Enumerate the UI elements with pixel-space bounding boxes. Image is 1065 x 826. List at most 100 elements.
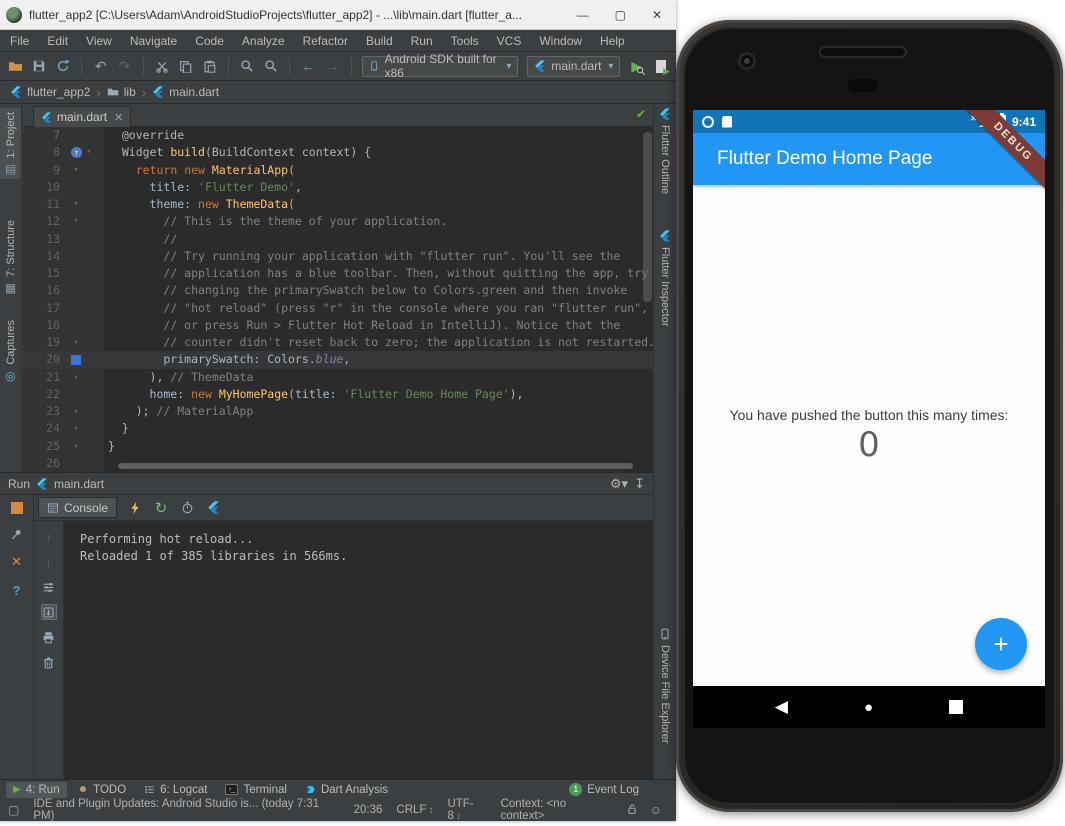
nav-home-button[interactable]: ● <box>864 699 873 716</box>
close-button[interactable]: ✕ <box>652 8 662 22</box>
code-line-9[interactable]: 9▾ return new MaterialApp( <box>23 162 653 179</box>
device-selector[interactable]: Android SDK built for x86 <box>362 56 518 77</box>
caret-position[interactable]: 20:36 <box>354 804 383 816</box>
hot-reload-icon[interactable] <box>127 500 143 516</box>
run-config-selector[interactable]: main.dart <box>527 56 620 77</box>
fold-marker-icon[interactable]: ▴ <box>71 403 81 420</box>
code-line-19[interactable]: 19▴ // counter didn't reset back to zero… <box>23 334 653 351</box>
code-line-8[interactable]: 8↑▾ Widget build(BuildContext context) { <box>23 144 653 161</box>
code-line-11[interactable]: 11▾ theme: new ThemeData( <box>23 196 653 213</box>
color-swatch-icon[interactable] <box>71 355 81 365</box>
encoding-selector[interactable]: UTF-8 <box>447 798 486 822</box>
breadcrumb-lib[interactable]: lib <box>107 85 136 99</box>
status-message[interactable]: IDE and Plugin Updates: Android Studio i… <box>33 798 339 822</box>
run-with-coverage-icon[interactable]: ▶ <box>629 58 644 75</box>
toolwindow-tab-dart-analysis[interactable]: Dart Analysis <box>298 782 395 798</box>
tab-close-icon[interactable]: ✕ <box>114 111 123 124</box>
fold-marker-icon[interactable]: ▾ <box>71 162 81 179</box>
forward-icon[interactable]: → <box>325 58 340 75</box>
code-line-24[interactable]: 24▴ } <box>23 420 653 437</box>
menu-run[interactable]: Run <box>411 34 433 48</box>
code-line-10[interactable]: 10 title: 'Flutter Demo', <box>23 179 653 196</box>
fold-marker-icon[interactable]: ▴ <box>71 420 81 437</box>
menu-refactor[interactable]: Refactor <box>303 34 348 48</box>
clear-all-icon[interactable] <box>41 654 57 670</box>
minimize-button[interactable]: — <box>577 8 589 22</box>
cut-icon[interactable] <box>155 58 170 75</box>
toolwindow-tab-run[interactable]: ▶ 4: Run <box>6 782 67 798</box>
code-line-20[interactable]: 20 primarySwatch: Colors.blue, <box>23 351 653 368</box>
menu-view[interactable]: View <box>86 34 112 48</box>
sidebar-item-flutter-outline[interactable]: Flutter Outline <box>654 108 676 194</box>
code-line-13[interactable]: 13 // <box>23 231 653 248</box>
attach-debugger-icon[interactable]: ▶ <box>653 58 668 75</box>
code-line-7[interactable]: 7 @override <box>23 127 653 144</box>
sidebar-item-project[interactable]: 1: Project ▤ <box>0 108 21 179</box>
close-process-icon[interactable]: ✕ <box>9 554 25 570</box>
context-indicator[interactable]: Context: <no context> <box>501 798 612 822</box>
menu-file[interactable]: File <box>10 34 29 48</box>
event-log-button[interactable]: 1 Event Log <box>562 781 646 798</box>
toolwindow-tab-logcat[interactable]: 6: Logcat <box>137 782 214 798</box>
hide-panel-icon[interactable]: ↧ <box>634 476 645 492</box>
back-icon[interactable]: ← <box>301 58 316 75</box>
nav-recents-button[interactable] <box>949 700 963 714</box>
line-ending-selector[interactable]: CRLF <box>396 804 433 816</box>
redo-icon[interactable]: ↷ <box>117 58 132 75</box>
code-line-22[interactable]: 22 home: new MyHomePage(title: 'Flutter … <box>23 386 653 403</box>
fold-marker-icon[interactable]: ▾ <box>71 196 81 213</box>
tab-console[interactable]: Console <box>38 497 117 518</box>
code-line-18[interactable]: 18 // or press Run > Flutter Hot Reload … <box>23 317 653 334</box>
hot-restart-icon[interactable]: ↻ <box>153 500 169 516</box>
save-all-icon[interactable] <box>32 58 47 75</box>
find-icon[interactable] <box>240 58 255 75</box>
menu-edit[interactable]: Edit <box>47 34 68 48</box>
editor-vertical-scrollbar[interactable] <box>643 132 652 302</box>
sidebar-item-structure[interactable]: 7: Structure ▦ <box>0 220 21 294</box>
inspection-status-icon[interactable]: ✔ <box>636 107 646 121</box>
code-line-17[interactable]: 17 // "hot reload" (press "r" in the con… <box>23 300 653 317</box>
flutter-tools-icon[interactable] <box>205 500 221 516</box>
settings-gear-icon[interactable]: ⚙▾ <box>610 476 628 492</box>
code-line-15[interactable]: 15 // application has a blue toolbar. Th… <box>23 265 653 282</box>
open-file-icon[interactable] <box>8 58 23 75</box>
scroll-up-icon[interactable]: ↑ <box>41 529 57 545</box>
code-line-14[interactable]: 14 // Try running your application with … <box>23 248 653 265</box>
hector-inspection-icon[interactable]: ☺ <box>650 803 662 817</box>
menu-window[interactable]: Window <box>539 34 582 48</box>
toolwindow-toggle-icon[interactable]: ▢ <box>8 803 19 817</box>
code-line-21[interactable]: 21▴ ), // ThemeData <box>23 369 653 386</box>
help-icon[interactable]: ? <box>9 582 25 598</box>
sidebar-item-flutter-inspector[interactable]: Flutter Inspector <box>654 230 676 326</box>
maximize-button[interactable]: ▢ <box>615 8 626 22</box>
editor-horizontal-scrollbar[interactable] <box>118 463 633 469</box>
menu-vcs[interactable]: VCS <box>497 34 522 48</box>
sidebar-item-device-file-explorer[interactable]: Device File Explorer <box>654 628 676 743</box>
pin-icon[interactable] <box>9 526 25 542</box>
fab-increment-button[interactable]: + <box>975 618 1027 670</box>
undo-icon[interactable]: ↶ <box>93 58 108 75</box>
stop-icon[interactable] <box>11 502 23 514</box>
console-settings-icon[interactable] <box>41 579 57 595</box>
menu-help[interactable]: Help <box>600 34 625 48</box>
fold-marker-icon[interactable]: ▾ <box>71 213 81 230</box>
code-line-16[interactable]: 16 // changing the primarySwatch below t… <box>23 282 653 299</box>
sync-icon[interactable] <box>56 58 71 75</box>
lock-icon[interactable] <box>626 803 638 818</box>
sidebar-item-captures[interactable]: Captures ◎ <box>0 320 21 382</box>
menu-analyze[interactable]: Analyze <box>242 34 285 48</box>
tab-main-dart[interactable]: main.dart ✕ <box>33 106 131 127</box>
copy-icon[interactable] <box>178 58 193 75</box>
nav-back-button[interactable]: ◀ <box>775 697 788 717</box>
fold-marker-icon[interactable]: ▴ <box>71 369 81 386</box>
replace-icon[interactable] <box>263 58 278 75</box>
menu-tools[interactable]: Tools <box>451 34 479 48</box>
code-line-25[interactable]: 25▴} <box>23 438 653 455</box>
override-marker-icon[interactable]: ↑ <box>71 147 82 158</box>
menu-navigate[interactable]: Navigate <box>130 34 177 48</box>
paste-icon[interactable] <box>202 58 217 75</box>
code-line-12[interactable]: 12▾ // This is the theme of your applica… <box>23 213 653 230</box>
toolwindow-tab-todo[interactable]: ☻ TODO <box>71 782 134 798</box>
scroll-down-icon[interactable]: ↓ <box>41 554 57 570</box>
print-icon[interactable] <box>41 629 57 645</box>
